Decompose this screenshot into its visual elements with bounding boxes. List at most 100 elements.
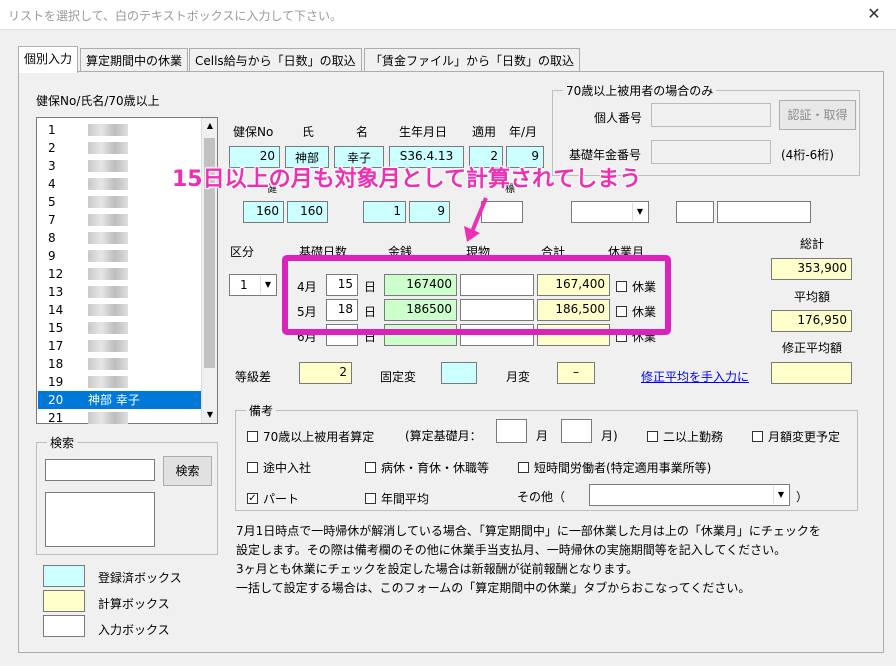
header-first-name: 名 <box>356 125 369 139</box>
checkbox-box[interactable] <box>247 431 258 442</box>
search-results[interactable] <box>45 492 155 547</box>
select-type[interactable]: ▼ <box>571 201 649 223</box>
list-item[interactable]: 15 <box>38 319 202 337</box>
average-field: 176,950 <box>771 310 852 332</box>
highlight-frame <box>282 255 671 335</box>
monthly-change-field: – <box>557 362 595 384</box>
list-item[interactable]: 1 <box>38 121 202 139</box>
base-month-close: 月) <box>601 429 618 443</box>
legend-label-registered: 登録済ボックス <box>98 571 182 585</box>
check-icon[interactable]: ✓ <box>247 493 258 504</box>
tab-cells-import[interactable]: Cells給与から「日数」の取込 <box>189 48 362 72</box>
checkbox-box[interactable] <box>365 462 376 473</box>
tab-wage-file-import[interactable]: 「賃金ファイル」から「日数」の取込 <box>364 48 581 72</box>
search-group-title: 検索 <box>47 434 78 451</box>
monthly-change-label: 月変 <box>506 370 531 384</box>
legend-swatch-input <box>43 615 85 637</box>
legend-swatch-registered <box>43 565 85 587</box>
grade-diff-label: 等級差 <box>235 370 272 384</box>
average-label: 平均額 <box>794 290 831 304</box>
tab-individual-input[interactable]: 個別入力 <box>18 46 79 73</box>
search-button[interactable]: 検索 <box>163 456 212 486</box>
note-line-4: 一括して設定する場合は、このフォームの「算定期間中の休業」タブからおこなってくだ… <box>236 581 751 595</box>
list-item-no: 4 <box>48 177 56 191</box>
list-item-no: 21 <box>48 411 64 425</box>
list-item[interactable]: 18 <box>38 355 202 373</box>
header-birth: 生年月日 <box>399 125 448 139</box>
base-month-from-input[interactable] <box>496 419 527 443</box>
base-month-unit: 月 <box>536 429 549 443</box>
total-label: 総計 <box>800 237 825 251</box>
list-item-no: 2 <box>48 141 56 155</box>
chevron-down-icon[interactable]: ▼ <box>773 486 788 504</box>
checkbox-box[interactable] <box>518 462 529 473</box>
list-item[interactable]: 8 <box>38 229 202 247</box>
list-item[interactable]: 12 <box>38 265 202 283</box>
remarks-group-title: 備考 <box>246 402 277 419</box>
list-item-no: 15 <box>48 321 64 335</box>
list-item[interactable]: 5 <box>38 193 202 211</box>
checkbox-leave[interactable]: 病休・育休・休職等 <box>365 459 489 476</box>
other-close: ） <box>796 490 809 504</box>
list-item[interactable]: 17 <box>38 337 202 355</box>
checkbox-part[interactable]: ✓ パート <box>247 490 299 507</box>
blurred-name <box>88 124 128 136</box>
manual-average-link[interactable]: 修正平均を手入力に <box>641 368 749 385</box>
kubun-select[interactable]: 1 ▼ <box>229 274 277 296</box>
blurred-name <box>88 232 128 244</box>
list-item-no: 20 <box>48 393 64 407</box>
grade-diff-field: 2 <box>299 362 352 384</box>
checkbox-short-time[interactable]: 短時間労働者(特定適用事業所等) <box>518 459 711 476</box>
other-select[interactable]: ▼ <box>589 484 790 506</box>
checkbox-over70[interactable]: 70歳以上被用者算定 <box>247 428 374 445</box>
field-change-year: 1 <box>363 201 406 223</box>
list-item[interactable]: 20 神部 幸子 <box>38 391 202 409</box>
field-input-b[interactable] <box>676 201 714 223</box>
legend-label-input: 入力ボックス <box>98 623 170 637</box>
personal-no-field <box>651 103 771 127</box>
tab-leave-period[interactable]: 算定期間中の休業 <box>80 48 189 72</box>
close-icon[interactable]: ✕ <box>862 3 886 25</box>
checkbox-multi-work[interactable]: 二以上勤務 <box>647 428 723 445</box>
list-item[interactable]: 2 <box>38 139 202 157</box>
checkbox-midjoin[interactable]: 途中入社 <box>247 459 311 476</box>
list-item[interactable]: 14 <box>38 301 202 319</box>
checkbox-box[interactable] <box>247 462 258 473</box>
list-item[interactable]: 21 <box>38 409 202 427</box>
checkbox-box[interactable] <box>752 431 763 442</box>
checkbox-monthly-change[interactable]: 月額変更予定 <box>752 428 840 445</box>
scroll-up-icon[interactable]: ▲ <box>202 118 218 134</box>
blurred-name <box>88 358 128 370</box>
blurred-name <box>88 340 128 352</box>
list-item-no: 8 <box>48 231 56 245</box>
blurred-name <box>88 178 128 190</box>
checkbox-box[interactable] <box>365 493 376 504</box>
other-label: その他（ <box>517 490 566 504</box>
header-no: 健保No <box>233 125 274 139</box>
chevron-down-icon[interactable]: ▼ <box>260 276 275 294</box>
blurred-name <box>88 250 128 262</box>
scroll-down-icon[interactable]: ▼ <box>202 407 218 423</box>
field-input-c[interactable] <box>717 201 811 223</box>
blurred-name <box>88 160 128 172</box>
checkbox-box[interactable] <box>647 431 658 442</box>
list-item-no: 1 <box>48 123 56 137</box>
list-item-no: 5 <box>48 195 56 209</box>
callout-arrow-icon <box>464 197 488 242</box>
header-apply: 適用 <box>472 125 497 139</box>
list-item[interactable]: 7 <box>38 211 202 229</box>
auth-button[interactable]: 認証・取得 <box>779 100 856 130</box>
list-item[interactable]: 9 <box>38 247 202 265</box>
base-month-to-input[interactable] <box>561 419 592 443</box>
digits-note: (4桁-6桁) <box>781 148 834 162</box>
header-year-month: 年/月 <box>509 125 538 139</box>
header-last-name: 氏 <box>302 125 315 139</box>
blurred-name <box>88 304 128 316</box>
search-input[interactable] <box>45 459 155 481</box>
list-item[interactable]: 19 <box>38 373 202 391</box>
chevron-down-icon[interactable]: ▼ <box>632 203 647 221</box>
list-item-no: 12 <box>48 267 64 281</box>
checkbox-annual-average[interactable]: 年間平均 <box>365 490 429 507</box>
list-item[interactable]: 13 <box>38 283 202 301</box>
note-line-1: 7月1日時点で一時帰休が解消している場合、「算定期間中」に一部休業した月は上の「… <box>236 524 821 538</box>
